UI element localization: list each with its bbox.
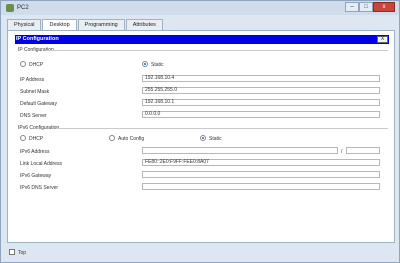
ipv6-dhcp-radio[interactable] <box>20 135 26 141</box>
link-local-field[interactable]: FE80::2E0:F9FF:FEE0:8A07 <box>142 159 380 166</box>
dns-server-field[interactable]: 0.0.0.0 <box>142 111 380 118</box>
subnet-mask-label: Subnet Mask <box>20 89 50 95</box>
section-divider <box>58 128 388 129</box>
tab-physical[interactable]: Physical <box>7 19 42 30</box>
pc2-window: PC2 – □ x Physical Desktop Programming A… <box>0 0 400 263</box>
ip-config-close-button[interactable]: X <box>377 36 388 43</box>
ip-address-field[interactable]: 192.168.10.4 <box>142 75 380 82</box>
tab-programming[interactable]: Programming <box>77 19 125 30</box>
link-local-label: Link Local Address <box>20 161 62 167</box>
app-icon <box>6 4 14 12</box>
prefix-separator: / <box>341 149 343 155</box>
minimize-button[interactable]: – <box>345 2 359 12</box>
dns-server-label: DNS Server <box>20 113 47 119</box>
title-bar[interactable]: PC2 – □ x <box>1 1 399 15</box>
ip-configuration-title: IP Configuration <box>16 36 59 42</box>
default-gateway-field[interactable]: 192.168.10.1 <box>142 99 380 106</box>
ip-address-label: IP Address <box>20 77 45 83</box>
ipv6-gateway-field[interactable] <box>142 171 380 178</box>
ipv6-dns-server-label: IPv6 DNS Server <box>20 185 59 191</box>
window-title: PC2 <box>17 5 29 11</box>
static-radio[interactable] <box>142 61 148 67</box>
tab-bar: Physical Desktop Programming Attributes <box>7 19 164 31</box>
tab-attributes[interactable]: Attributes <box>125 19 163 30</box>
ipv6-dns-server-field[interactable] <box>142 183 380 190</box>
section-divider <box>46 50 388 51</box>
subnet-mask-field[interactable]: 255.255.255.0 <box>142 87 380 94</box>
default-gateway-label: Default Gateway <box>20 101 57 107</box>
close-window-button[interactable]: x <box>373 2 395 12</box>
dhcp-label: DHCP <box>29 62 44 68</box>
ipv6-section-title: IPv6 Configuration <box>18 125 60 131</box>
desktop-panel: IP Configuration X IP Configuration DHCP… <box>7 30 395 243</box>
maximize-button[interactable]: □ <box>359 2 373 12</box>
ipv6-gateway-label: IPv6 Gateway <box>20 173 52 179</box>
ipv6-dhcp-label: DHCP <box>29 136 44 142</box>
ipv6-address-label: IPv6 Address <box>20 149 50 155</box>
ip-configuration-header: IP Configuration X <box>15 35 389 44</box>
ipv6-static-radio[interactable] <box>200 135 206 141</box>
top-label: Top <box>18 250 27 256</box>
top-checkbox[interactable] <box>9 249 15 255</box>
ipv6-static-label: Static <box>209 136 222 142</box>
ipv6-auto-config-label: Auto Config <box>118 136 145 142</box>
prefix-length-field[interactable] <box>346 147 380 154</box>
static-label: Static <box>151 62 164 68</box>
ipv6-auto-config-radio[interactable] <box>109 135 115 141</box>
dhcp-radio[interactable] <box>20 61 26 67</box>
ipv6-address-field[interactable] <box>142 147 338 154</box>
